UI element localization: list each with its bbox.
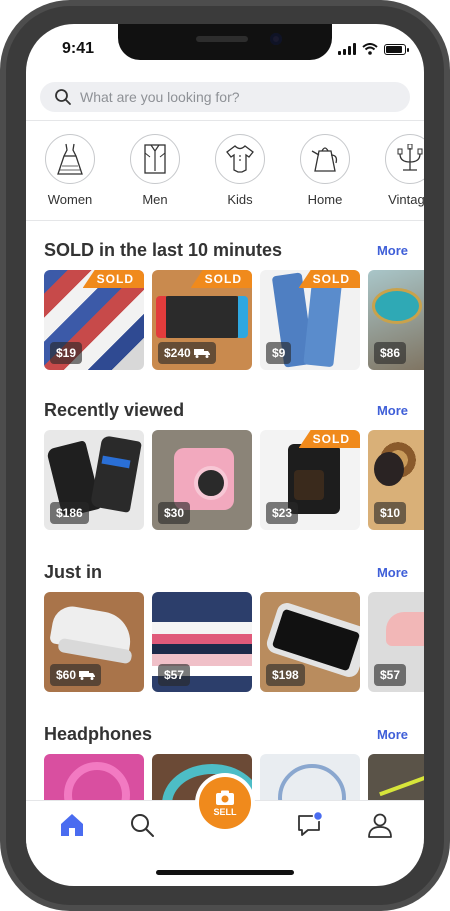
category-label: Women <box>47 192 93 207</box>
camera-icon <box>216 790 234 805</box>
product-tile[interactable]: SOLD $23 <box>260 430 360 530</box>
home-indicator <box>156 870 294 875</box>
section-title: Just in <box>44 562 103 582</box>
sold-badge: SOLD <box>82 270 144 288</box>
product-tile[interactable]: $57 <box>368 592 424 692</box>
category-kids[interactable]: Kids <box>205 134 275 207</box>
product-tile[interactable]: $30 <box>152 430 252 530</box>
category-label: Vintage <box>388 192 424 207</box>
status-time: 9:41 <box>62 40 95 57</box>
category-label: Men <box>142 192 168 207</box>
category-label: Home <box>307 192 343 207</box>
search-tab-icon[interactable] <box>128 811 156 839</box>
battery-icon <box>384 43 409 55</box>
category-icon-circle <box>300 134 350 184</box>
category-strip[interactable]: Women Men Kids Home Vintag <box>26 134 424 224</box>
product-tile[interactable]: $86 <box>368 270 424 370</box>
category-men[interactable]: Men <box>120 134 190 207</box>
more-link[interactable]: More <box>377 403 408 418</box>
price-tag: $186 <box>50 502 89 524</box>
item-row: SOLD $19 SOLD $240 SOLD $9 $86 <box>44 270 424 370</box>
category-vintage[interactable]: Vintage <box>375 134 424 207</box>
divider <box>26 220 424 221</box>
truck-icon <box>193 349 210 358</box>
section-title: SOLD in the last 10 minutes <box>44 240 283 260</box>
shirt-icon <box>144 144 166 174</box>
category-icon-circle <box>385 134 424 184</box>
more-link[interactable]: More <box>377 565 408 580</box>
profile-icon[interactable] <box>366 811 394 839</box>
product-tile[interactable]: $186 <box>44 430 144 530</box>
price-tag: $60 <box>50 664 102 686</box>
onesie-icon <box>226 145 254 173</box>
search-bar[interactable] <box>40 82 410 112</box>
item-row: $186 $30 SOLD $23 $10 <box>44 430 424 530</box>
product-tile[interactable]: SOLD $240 <box>152 270 252 370</box>
home-icon[interactable] <box>58 811 86 839</box>
price-tag: $57 <box>374 664 407 686</box>
price-tag: $10 <box>374 502 407 524</box>
sold-badge: SOLD <box>298 430 360 448</box>
price-tag: $198 <box>266 664 305 686</box>
section-title: Recently viewed <box>44 400 185 420</box>
product-tile[interactable]: SOLD $19 <box>44 270 144 370</box>
status-icons <box>338 42 409 56</box>
sell-label: SELL <box>213 806 237 817</box>
category-label: Kids <box>227 192 253 207</box>
product-tile[interactable]: SOLD $9 <box>260 270 360 370</box>
more-link[interactable]: More <box>377 243 408 258</box>
front-camera <box>270 33 282 45</box>
price-tag: $86 <box>374 342 407 364</box>
section-title: Headphones <box>44 724 153 744</box>
item-row: $60 $57 $198 $57 <box>44 592 424 692</box>
product-tile[interactable]: $57 <box>152 592 252 692</box>
price-tag: $57 <box>158 664 191 686</box>
dress-icon <box>57 143 83 175</box>
tab-bar: SELL <box>26 777 424 855</box>
price-tag: $9 <box>266 342 292 364</box>
messages-icon[interactable] <box>296 811 324 839</box>
product-tile[interactable]: $10 <box>368 430 424 530</box>
category-icon-circle <box>215 134 265 184</box>
divider <box>26 120 424 121</box>
sell-button[interactable]: SELL <box>199 777 251 829</box>
product-tile[interactable]: $60 <box>44 592 144 692</box>
price-tag: $30 <box>158 502 191 524</box>
search-input[interactable] <box>78 88 382 106</box>
speaker <box>196 36 248 42</box>
candelabra-icon <box>397 144 423 171</box>
category-icon-circle <box>45 134 95 184</box>
wifi-icon <box>362 43 378 55</box>
product-tile[interactable]: $198 <box>260 592 360 692</box>
signal-icon <box>338 43 356 55</box>
price-tag: $240 <box>158 342 216 364</box>
app-screen: 9:41 What are you looking for? Women Men… <box>26 24 424 886</box>
notch <box>118 24 332 60</box>
price-tag: $19 <box>50 342 83 364</box>
category-women[interactable]: Women <box>35 134 105 207</box>
sold-badge: SOLD <box>298 270 360 288</box>
category-home[interactable]: Home <box>290 134 360 207</box>
more-link[interactable]: More <box>377 727 408 742</box>
category-icon-circle <box>130 134 180 184</box>
truck-icon <box>79 671 96 680</box>
sold-badge: SOLD <box>190 270 252 288</box>
price-tag: $23 <box>266 502 299 524</box>
kettle-icon <box>311 147 338 172</box>
search-icon <box>55 89 71 105</box>
